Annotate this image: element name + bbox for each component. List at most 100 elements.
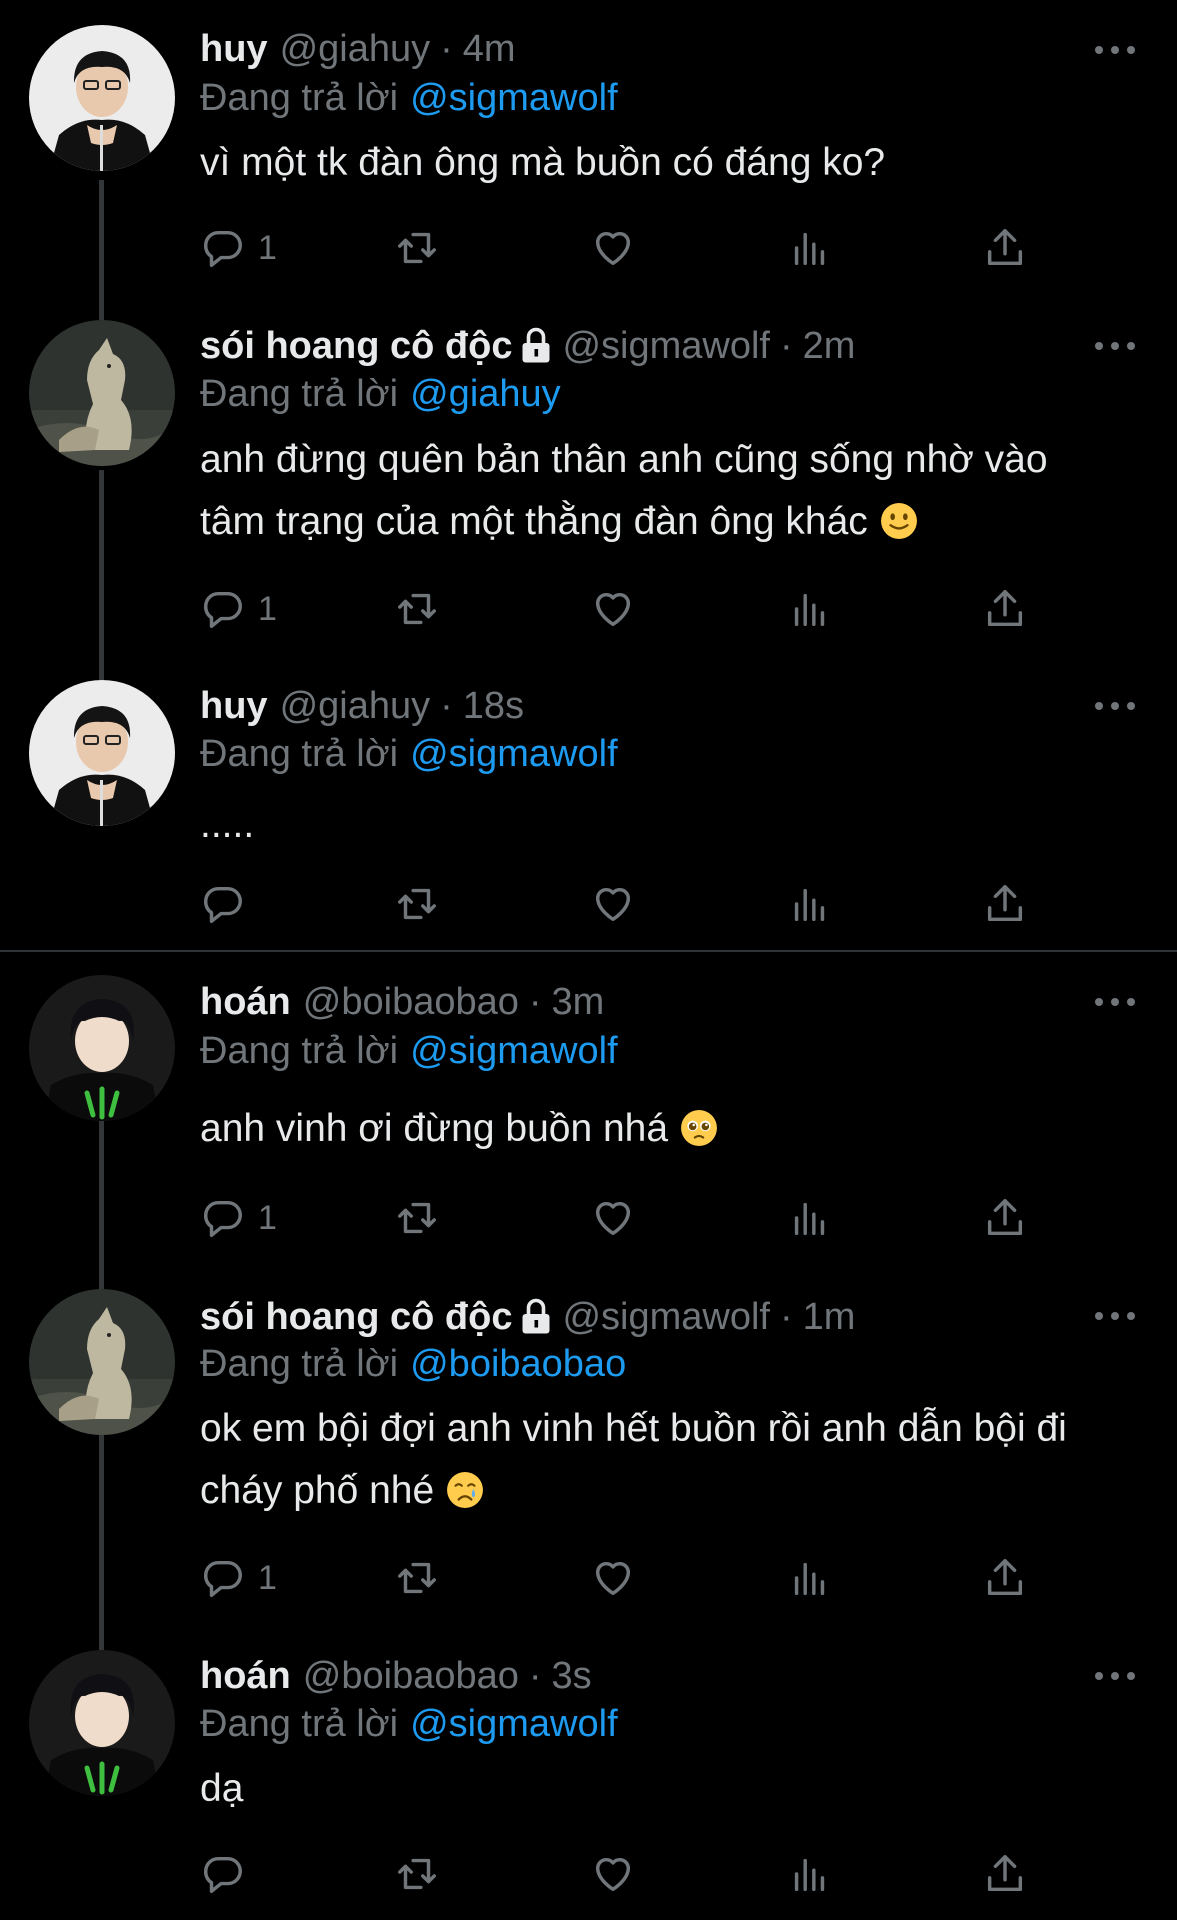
action-bar: 1 bbox=[200, 583, 1080, 635]
avatar[interactable] bbox=[29, 1289, 175, 1435]
display-name[interactable]: hoán bbox=[200, 1650, 291, 1702]
retweet-button[interactable] bbox=[394, 222, 440, 274]
share-button[interactable] bbox=[982, 583, 1028, 635]
reply-count: 1 bbox=[258, 589, 277, 628]
like-button[interactable] bbox=[590, 878, 636, 930]
timestamp[interactable]: 2m bbox=[803, 320, 856, 372]
reply-button[interactable] bbox=[200, 878, 246, 930]
share-icon bbox=[987, 1559, 1023, 1596]
share-button[interactable] bbox=[982, 1848, 1028, 1900]
action-bar bbox=[200, 878, 1080, 930]
analytics-icon bbox=[794, 593, 825, 627]
avatar-huy-image bbox=[29, 25, 175, 171]
mention-link[interactable]: @giahuy bbox=[410, 373, 561, 415]
tweet-text-line: cháy phố nhé bbox=[200, 1469, 435, 1512]
reply-button[interactable]: 1 bbox=[200, 1192, 277, 1244]
heart-icon bbox=[595, 887, 631, 922]
views-button[interactable] bbox=[787, 222, 833, 274]
like-button[interactable] bbox=[590, 1552, 636, 1604]
display-name[interactable]: sói hoang cô độc bbox=[200, 320, 512, 372]
tweet-header: sói hoang cô độc @sigmawolf · 2m bbox=[200, 320, 855, 372]
avatar[interactable] bbox=[29, 680, 175, 826]
share-button[interactable] bbox=[982, 222, 1028, 274]
more-options-icon[interactable] bbox=[1095, 1306, 1135, 1326]
avatar[interactable] bbox=[29, 1650, 175, 1796]
display-name[interactable]: sói hoang cô độc bbox=[200, 1291, 512, 1343]
views-button[interactable] bbox=[787, 1848, 833, 1900]
like-button[interactable] bbox=[590, 1848, 636, 1900]
tweet-text-content: dạ bbox=[200, 1767, 244, 1810]
reply-button[interactable] bbox=[200, 1848, 246, 1900]
user-handle[interactable]: @giahuy bbox=[280, 680, 431, 732]
user-handle[interactable]: @giahuy bbox=[280, 23, 431, 75]
thread-connector bbox=[99, 1435, 104, 1650]
more-options-icon[interactable] bbox=[1095, 336, 1135, 356]
thread-connector bbox=[99, 1120, 104, 1290]
analytics-icon bbox=[794, 1202, 825, 1236]
views-button[interactable] bbox=[787, 583, 833, 635]
heart-icon bbox=[595, 231, 631, 266]
tweet-header: huy @giahuy · 18s bbox=[200, 680, 524, 732]
like-button[interactable] bbox=[590, 222, 636, 274]
timestamp[interactable]: 3s bbox=[552, 1650, 592, 1702]
display-name[interactable]: huy bbox=[200, 680, 268, 732]
retweet-button[interactable] bbox=[394, 1192, 440, 1244]
retweet-button[interactable] bbox=[394, 1552, 440, 1604]
mention-link[interactable]: @boibaobao bbox=[410, 1343, 626, 1385]
mention-link[interactable]: @sigmawolf bbox=[410, 77, 618, 119]
action-bar: 1 bbox=[200, 222, 1080, 274]
timestamp[interactable]: 1m bbox=[803, 1291, 856, 1343]
user-handle[interactable]: @sigmawolf bbox=[562, 320, 770, 372]
retweet-button[interactable] bbox=[394, 583, 440, 635]
more-options-icon[interactable] bbox=[1095, 40, 1135, 60]
replying-to: Đang trả lời @sigmawolf bbox=[200, 729, 618, 779]
display-name[interactable]: huy bbox=[200, 23, 268, 75]
mention-link[interactable]: @sigmawolf bbox=[410, 733, 618, 775]
user-handle[interactable]: @boibaobao bbox=[303, 976, 519, 1028]
more-options-icon[interactable] bbox=[1095, 1666, 1135, 1686]
tweet-text-line: tâm trạng của một thằng đàn ông khác bbox=[200, 500, 868, 543]
reply-button[interactable]: 1 bbox=[200, 1552, 277, 1604]
share-button[interactable] bbox=[982, 1192, 1028, 1244]
display-name[interactable]: hoán bbox=[200, 976, 291, 1028]
avatar[interactable] bbox=[29, 975, 175, 1121]
action-bar bbox=[200, 1848, 1080, 1900]
mention-link[interactable]: @sigmawolf bbox=[410, 1703, 618, 1745]
separator-dot: · bbox=[440, 28, 453, 70]
timestamp[interactable]: 4m bbox=[463, 23, 516, 75]
views-button[interactable] bbox=[787, 1192, 833, 1244]
reply-button[interactable]: 1 bbox=[200, 222, 277, 274]
tweet-header: sói hoang cô độc @sigmawolf · 1m bbox=[200, 1291, 855, 1343]
reply-button[interactable]: 1 bbox=[200, 583, 277, 635]
replying-to: Đang trả lời @sigmawolf bbox=[200, 73, 618, 123]
tweet-text: anh vinh ơi đừng buồn nhá bbox=[200, 1098, 1140, 1160]
replying-label: Đang trả lời bbox=[200, 733, 399, 775]
tweet-text-content: vì một tk đàn ông mà buồn có đáng ko? bbox=[200, 141, 886, 184]
tweet-text: vì một tk đàn ông mà buồn có đáng ko? bbox=[200, 132, 1140, 194]
views-button[interactable] bbox=[787, 1552, 833, 1604]
share-button[interactable] bbox=[982, 1552, 1028, 1604]
tweet-text: ok em bội đợi anh vinh hết buồn rồi anh … bbox=[200, 1398, 1140, 1522]
like-button[interactable] bbox=[590, 1192, 636, 1244]
views-button[interactable] bbox=[787, 878, 833, 930]
analytics-icon bbox=[794, 1858, 825, 1892]
retweet-icon bbox=[398, 888, 436, 920]
user-handle[interactable]: @boibaobao bbox=[303, 1650, 519, 1702]
avatar[interactable] bbox=[29, 25, 175, 171]
analytics-icon bbox=[794, 232, 825, 266]
user-handle[interactable]: @sigmawolf bbox=[562, 1291, 770, 1343]
retweet-button[interactable] bbox=[394, 878, 440, 930]
more-options-icon[interactable] bbox=[1095, 696, 1135, 716]
timestamp[interactable]: 18s bbox=[463, 680, 524, 732]
like-button[interactable] bbox=[590, 583, 636, 635]
share-icon bbox=[987, 885, 1023, 922]
tweet-text: anh đừng quên bản thân anh cũng sống nhờ… bbox=[200, 429, 1140, 553]
mention-link[interactable]: @sigmawolf bbox=[410, 1030, 618, 1072]
more-options-icon[interactable] bbox=[1095, 992, 1135, 1012]
share-button[interactable] bbox=[982, 878, 1028, 930]
retweet-button[interactable] bbox=[394, 1848, 440, 1900]
analytics-icon bbox=[794, 888, 825, 922]
avatar[interactable] bbox=[29, 320, 175, 466]
timestamp[interactable]: 3m bbox=[552, 976, 605, 1028]
avatar-wolf-image bbox=[29, 1289, 175, 1435]
